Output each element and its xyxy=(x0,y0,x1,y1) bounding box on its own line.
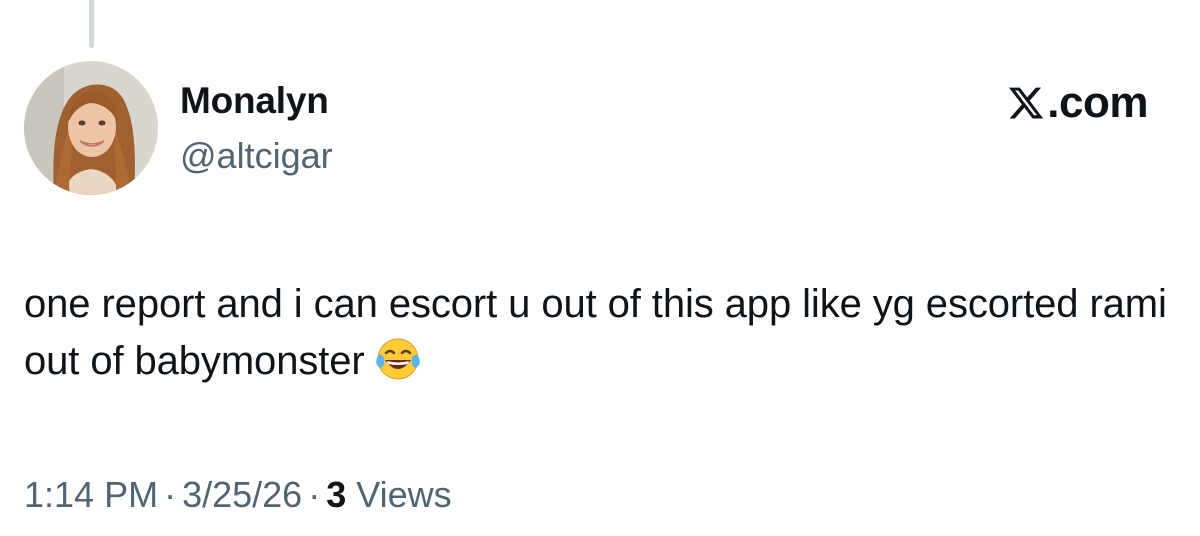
author-handle[interactable]: @altcigar xyxy=(180,135,333,177)
avatar[interactable] xyxy=(24,61,158,195)
meta-separator: · xyxy=(308,474,321,515)
avatar-image xyxy=(24,61,158,195)
meta-separator: · xyxy=(164,474,177,515)
views-count[interactable]: 3 xyxy=(326,474,346,515)
tweet-metadata: 1:14 PM · 3/25/26 · 3 Views xyxy=(24,474,452,516)
tweet-text: one report and i can escort u out of thi… xyxy=(24,276,1174,390)
views-label[interactable]: Views xyxy=(356,474,451,515)
brand-domain: .com xyxy=(1047,78,1148,127)
thread-connector-line xyxy=(89,0,94,48)
x-logo-icon xyxy=(1009,87,1044,119)
brand-watermark: .com xyxy=(1007,78,1148,128)
tweet-date[interactable]: 3/25/26 xyxy=(182,474,302,515)
author-display-name[interactable]: Monalyn xyxy=(180,80,329,122)
tweet-body: one report and i can escort u out of thi… xyxy=(24,282,1167,383)
face-with-tears-of-joy-icon xyxy=(375,338,420,380)
tweet-time[interactable]: 1:14 PM xyxy=(24,474,158,515)
